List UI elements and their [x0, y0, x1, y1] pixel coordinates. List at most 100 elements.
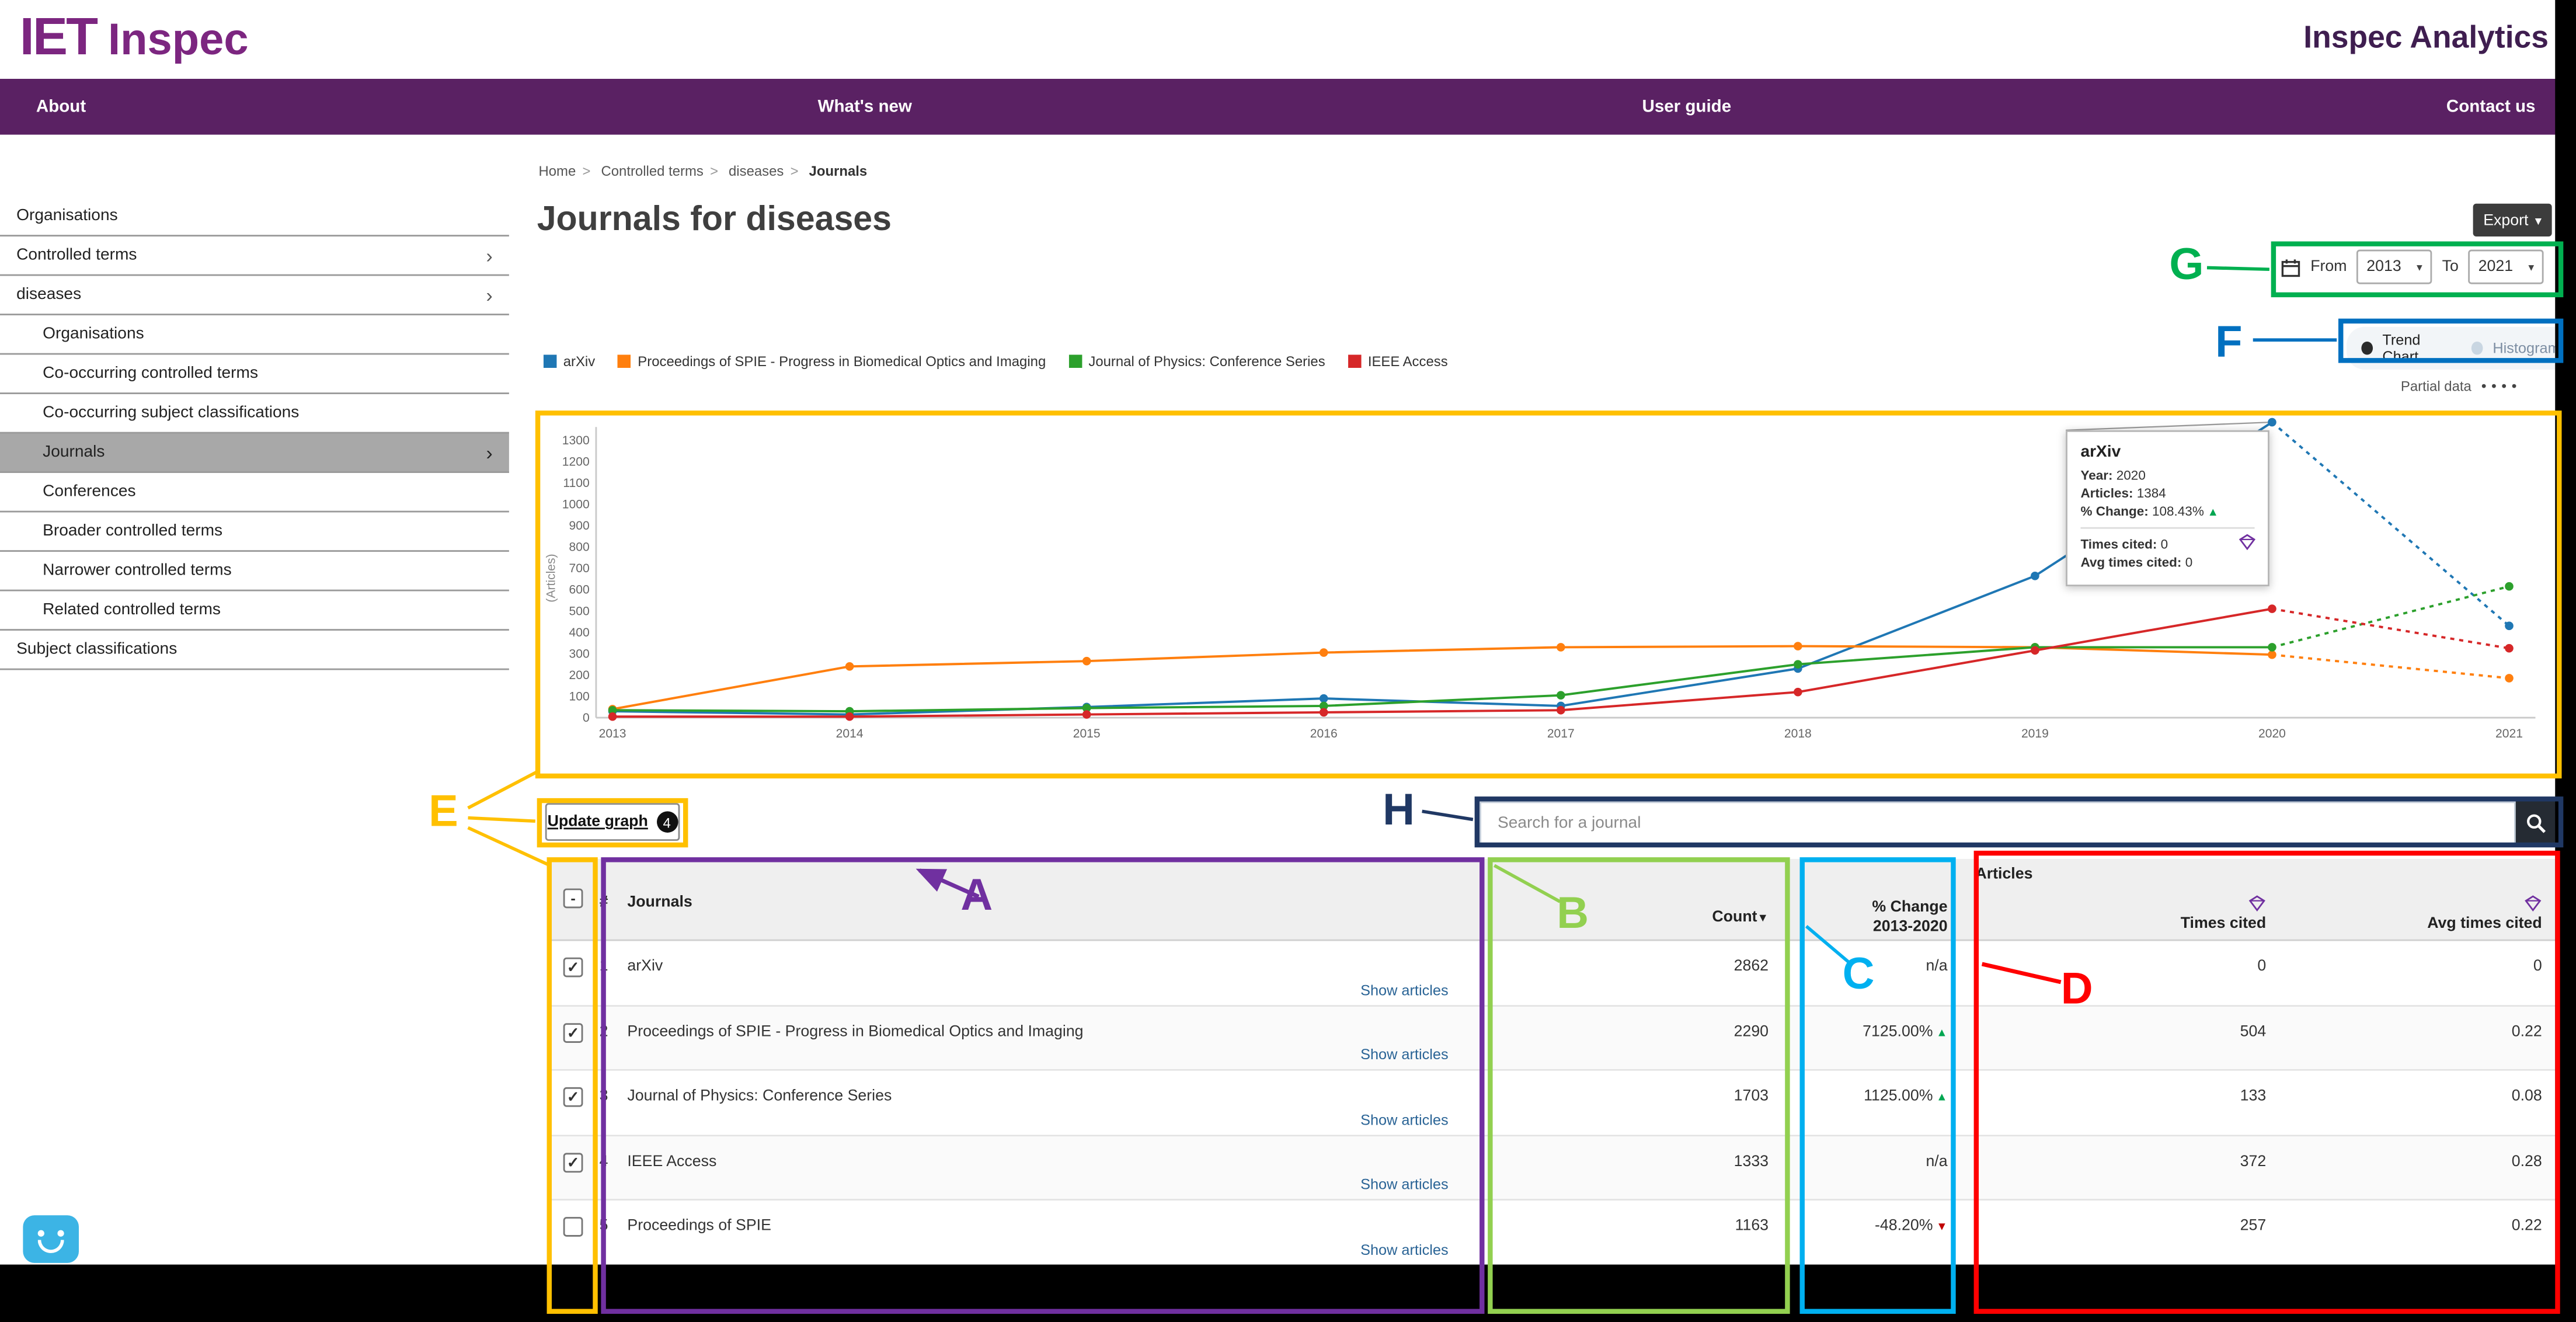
from-year-select[interactable]: 2013▾: [2356, 250, 2432, 284]
chart-tooltip: arXiv Year: 2020 Articles: 1384 % Change…: [2066, 430, 2269, 586]
chevron-right-icon: ›: [486, 236, 493, 276]
svg-text:100: 100: [569, 690, 590, 704]
sidebar-item-co-occurring-subject-classifications[interactable]: Co-occurring subject classifications: [0, 394, 509, 434]
legend-item: IEEE Access: [1348, 353, 1448, 370]
legend-item: Journal of Physics: Conference Series: [1069, 353, 1325, 370]
radio-selected-icon[interactable]: [2361, 342, 2372, 355]
show-articles-link[interactable]: Show articles: [1360, 981, 1449, 997]
svg-text:1300: 1300: [562, 434, 590, 447]
svg-text:200: 200: [569, 669, 590, 682]
nav-whats-new[interactable]: What's new: [818, 97, 912, 117]
sidebar-item-co-occurring-controlled-terms[interactable]: Co-occurring controlled terms: [0, 355, 509, 395]
svg-text:600: 600: [569, 583, 590, 597]
times-cited-cell: 257: [1964, 1201, 2283, 1264]
journals-table: - # Journals Count▼ % Change2013-2020 Ti…: [547, 859, 2557, 1265]
count-header[interactable]: Count▼: [1486, 859, 1790, 940]
from-label: From: [2310, 258, 2347, 276]
avg-times-cited-cell: 0.08: [2282, 1071, 2557, 1134]
nav-about[interactable]: About: [36, 97, 86, 117]
screenshot-root: IET Inspec Inspec Analytics About What's…: [0, 0, 2575, 1322]
show-articles-link[interactable]: Show articles: [1360, 1111, 1449, 1128]
export-button[interactable]: Export ▾: [2473, 204, 2552, 236]
histogram-option[interactable]: Histogram: [2493, 340, 2560, 356]
sidebar-item-conferences[interactable]: Conferences: [0, 473, 509, 513]
svg-text:(Articles): (Articles): [545, 554, 558, 602]
journal-name: IEEE Access: [627, 1152, 716, 1170]
change-arrow-icon: ▼: [1936, 1222, 1948, 1234]
main-nav: About What's new User guide Contact us: [0, 79, 2575, 135]
to-year-select[interactable]: 2021▾: [2469, 250, 2544, 284]
legend-swatch: [1069, 355, 1082, 368]
gem-icon: [2524, 895, 2542, 912]
iet-logo-text: IET: [20, 6, 97, 67]
svg-text:900: 900: [569, 519, 590, 533]
legend-item: Proceedings of SPIE - Progress in Biomed…: [618, 353, 1046, 370]
avg-times-cited-cell: 0: [2282, 941, 2557, 1004]
gem-icon: [2238, 534, 2256, 550]
avg-times-cited-cell: 0.22: [2282, 1006, 2557, 1069]
annotation-letter-f: F: [2215, 317, 2242, 368]
svg-text:700: 700: [569, 562, 590, 575]
chat-widget-icon[interactable]: [23, 1215, 79, 1263]
select-all-checkbox[interactable]: -: [563, 889, 583, 909]
times-cited-cell: 372: [1964, 1136, 2283, 1199]
legend-swatch: [1348, 355, 1362, 368]
sidebar-item-broader-controlled-terms[interactable]: Broader controlled terms: [0, 513, 509, 552]
svg-text:800: 800: [569, 541, 590, 554]
svg-text:2015: 2015: [1073, 727, 1101, 740]
nav-contact-us[interactable]: Contact us: [2446, 97, 2536, 117]
times-cited-cell: 504: [1964, 1006, 2283, 1069]
svg-text:1000: 1000: [562, 498, 590, 511]
row-checkbox[interactable]: ✓: [563, 1022, 583, 1042]
show-articles-link[interactable]: Show articles: [1360, 1241, 1449, 1257]
breadcrumb-diseases[interactable]: diseases: [729, 162, 784, 179]
svg-text:0: 0: [583, 711, 590, 725]
show-articles-link[interactable]: Show articles: [1360, 1046, 1449, 1063]
times-cited-cell: 133: [1964, 1071, 2283, 1134]
update-graph-count-badge: 4: [656, 811, 678, 833]
calendar-icon: [2281, 257, 2301, 277]
sidebar-item-narrower-controlled-terms[interactable]: Narrower controlled terms: [0, 552, 509, 592]
count-cell: 1333: [1486, 1136, 1790, 1199]
legend-swatch: [618, 355, 632, 368]
row-checkbox[interactable]: ✓: [563, 1087, 583, 1107]
articles-group-header: Articles: [1975, 865, 2032, 883]
search-button[interactable]: [2516, 802, 2557, 844]
sidebar-item-related-controlled-terms[interactable]: Related controlled terms: [0, 592, 509, 631]
radio-unselected-icon[interactable]: [2471, 342, 2483, 355]
count-cell: 2290: [1486, 1006, 1790, 1069]
journal-name: Proceedings of SPIE - Progress in Biomed…: [627, 1022, 1083, 1041]
table-header-row: - # Journals Count▼ % Change2013-2020 Ti…: [547, 859, 2557, 941]
top-bar: IET Inspec Inspec Analytics: [0, 0, 2575, 79]
sidebar-item-journals[interactable]: Journals›: [0, 434, 509, 474]
avg-times-cited-cell: 0.28: [2282, 1136, 2557, 1199]
iet-inspec-logo[interactable]: IET Inspec: [20, 6, 249, 67]
show-articles-link[interactable]: Show articles: [1360, 1176, 1449, 1192]
trend-chart-option[interactable]: Trend Chart: [2382, 332, 2449, 364]
row-checkbox[interactable]: [563, 1217, 583, 1237]
breadcrumb-controlled-terms[interactable]: Controlled terms: [601, 162, 703, 179]
sidebar-item-organisations[interactable]: Organisations: [0, 197, 509, 237]
caret-down-icon: ▾: [2528, 260, 2534, 274]
svg-text:2013: 2013: [599, 727, 626, 740]
row-checkbox[interactable]: ✓: [563, 1152, 583, 1172]
legend-item: arXiv: [544, 353, 595, 370]
inspec-logo-text: Inspec: [108, 15, 249, 65]
table-row: ✓ 4 IEEE AccessShow articles 1333 n/a 37…: [547, 1136, 2557, 1201]
breadcrumb-home[interactable]: Home: [539, 162, 576, 179]
svg-text:2020: 2020: [2258, 727, 2286, 740]
sidebar-item-controlled-terms[interactable]: Controlled terms›: [0, 236, 509, 276]
annotation-letter-g: G: [2169, 240, 2203, 291]
sidebar-item-diseases[interactable]: diseases›: [0, 276, 509, 316]
row-checkbox[interactable]: ✓: [563, 958, 583, 977]
black-right-strip: [2555, 0, 2575, 1322]
sidebar-item-organisations-sub[interactable]: Organisations: [0, 315, 509, 355]
change-cell: -48.20%▼: [1790, 1201, 1964, 1264]
page-title: Journals for diseases: [537, 200, 892, 240]
count-cell: 1163: [1486, 1201, 1790, 1264]
search-input[interactable]: [1480, 802, 2516, 844]
tooltip-title: arXiv: [2080, 443, 2254, 461]
update-graph-button[interactable]: Update graph 4: [545, 803, 680, 841]
sidebar-item-subject-classifications[interactable]: Subject classifications: [0, 631, 509, 670]
nav-user-guide[interactable]: User guide: [1642, 97, 1732, 117]
